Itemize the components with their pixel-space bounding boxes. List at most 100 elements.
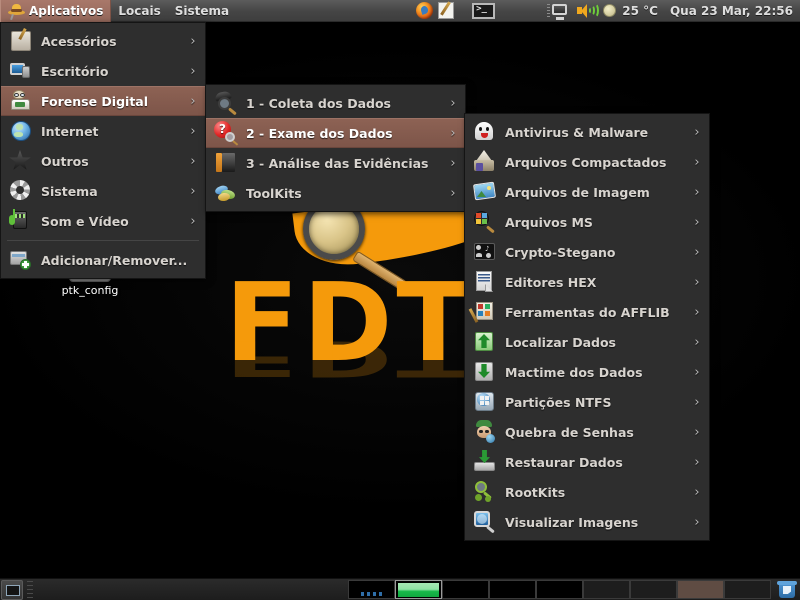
analysis-icon	[214, 151, 238, 175]
menu-item-arquivos-ms[interactable]: Arquivos MS ›	[465, 207, 709, 237]
chevron-right-icon: ›	[694, 454, 700, 470]
menu-item-analise-das-evidencias[interactable]: 3 - Análise das Evidências ›	[206, 148, 465, 178]
chevron-right-icon: ›	[694, 364, 700, 380]
menu-item-quebra-de-senhas[interactable]: Quebra de Senhas ›	[465, 417, 709, 447]
sound-video-icon	[9, 209, 33, 233]
menu-item-label: Restaurar Dados	[505, 454, 623, 470]
menu-aplicativos[interactable]: Acessórios › Escritório › Forense Digita…	[0, 22, 206, 279]
workspace-1[interactable]	[348, 580, 395, 599]
bottom-panel	[0, 578, 800, 600]
chevron-right-icon: ›	[190, 183, 196, 199]
menu-item-escritorio[interactable]: Escritório ›	[1, 56, 205, 86]
menu-exame-dos-dados[interactable]: Antivirus & Malware › Arquivos Compactad…	[464, 113, 710, 541]
menu-item-exame-dos-dados[interactable]: ? 2 - Exame dos Dados ›	[206, 118, 465, 148]
menu-item-label: Internet	[41, 123, 99, 139]
menu-item-forense-digital[interactable]: Forense Digital ›	[1, 86, 205, 116]
workspace-7[interactable]	[630, 580, 677, 599]
menu-item-visualizar-imagens[interactable]: Visualizar Imagens ›	[465, 507, 709, 537]
office-icon	[9, 59, 33, 83]
menu-item-label: 3 - Análise das Evidências	[246, 155, 429, 171]
menu-item-label: Acessórios	[41, 33, 117, 49]
chevron-right-icon: ›	[450, 125, 456, 141]
chevron-right-icon: ›	[694, 304, 700, 320]
menu-item-ferramentas-do-afflib[interactable]: Ferramentas do AFFLIB ›	[465, 297, 709, 327]
archive-icon	[473, 150, 497, 174]
collect-data-icon	[214, 90, 238, 116]
chevron-right-icon: ›	[694, 154, 700, 170]
workspace-9[interactable]	[724, 580, 771, 599]
gear-icon	[9, 179, 33, 203]
chevron-right-icon: ›	[450, 185, 456, 201]
show-desktop-icon[interactable]	[1, 579, 23, 600]
menu-item-label: Quebra de Senhas	[505, 424, 634, 440]
menu-item-label: Som e Vídeo	[41, 213, 129, 229]
menu-item-som-e-video[interactable]: Som e Vídeo ›	[1, 206, 205, 236]
menu-item-rootkits[interactable]: RootKits ›	[465, 477, 709, 507]
ms-files-icon	[473, 210, 497, 234]
chevron-right-icon: ›	[190, 33, 196, 49]
menu-item-mactime-dos-dados[interactable]: Mactime dos Dados ›	[465, 357, 709, 387]
exam-data-icon: ?	[214, 121, 239, 146]
crypto-stegano-icon: ♪	[473, 240, 497, 264]
menu-item-label: Outros	[41, 153, 89, 169]
menu-item-toolkits[interactable]: ToolKits ›	[206, 178, 465, 208]
find-data-icon	[473, 330, 497, 354]
menu-forense-digital[interactable]: 1 - Coleta dos Dados › ? 2 - Exame dos D…	[205, 84, 466, 212]
menu-item-crypto-stegano[interactable]: ♪ Crypto-Stegano ›	[465, 237, 709, 267]
menubar-item-sistema[interactable]: Sistema	[168, 0, 236, 22]
text-editor-icon[interactable]	[438, 2, 455, 19]
panel-grip[interactable]	[27, 580, 33, 599]
workspace-5[interactable]	[536, 580, 583, 599]
chevron-right-icon: ›	[190, 93, 196, 109]
workspace-4[interactable]	[489, 580, 536, 599]
menu-item-label: Arquivos Compactados	[505, 154, 667, 170]
menu-item-label: Forense Digital	[41, 93, 149, 109]
menu-item-particoes-ntfs[interactable]: Partições NTFS ›	[465, 387, 709, 417]
moon-icon[interactable]	[603, 4, 617, 17]
network-monitor-icon[interactable]	[547, 3, 571, 20]
menu-item-adicionar-remover[interactable]: Adicionar/Remover...	[1, 245, 205, 275]
window-task-list[interactable]	[37, 580, 348, 600]
menu-item-acessorios[interactable]: Acessórios ›	[1, 26, 205, 56]
terminal-icon[interactable]	[472, 2, 496, 19]
menu-item-label: Visualizar Imagens	[505, 514, 639, 530]
menu-item-label: Crypto-Stegano	[505, 244, 616, 260]
chevron-right-icon: ›	[450, 95, 456, 111]
menu-item-label: Adicionar/Remover...	[41, 252, 188, 268]
workspace-2[interactable]	[395, 580, 442, 599]
menu-item-editores-hex[interactable]: Editores HEX ›	[465, 267, 709, 297]
chevron-right-icon: ›	[694, 424, 700, 440]
ntfs-partitions-icon	[473, 390, 497, 414]
menu-item-coleta-dos-dados[interactable]: 1 - Coleta dos Dados ›	[206, 88, 465, 118]
menu-item-label: Antivirus & Malware	[505, 124, 649, 140]
menu-item-localizar-dados[interactable]: Localizar Dados ›	[465, 327, 709, 357]
volume-icon[interactable]	[577, 3, 600, 18]
menu-item-label: Partições NTFS	[505, 394, 612, 410]
workspace-3[interactable]	[442, 580, 489, 599]
menu-item-internet[interactable]: Internet ›	[1, 116, 205, 146]
chevron-right-icon: ›	[450, 155, 456, 171]
firefox-icon[interactable]	[416, 2, 434, 19]
chevron-right-icon: ›	[190, 153, 196, 169]
chevron-right-icon: ›	[694, 334, 700, 350]
menu-item-outros[interactable]: Outros ›	[1, 146, 205, 176]
trash-icon[interactable]	[777, 580, 797, 599]
chevron-right-icon: ›	[694, 514, 700, 530]
workspace-switcher[interactable]	[348, 580, 771, 600]
menu-item-label: Arquivos MS	[505, 214, 593, 230]
clock-label[interactable]: Qua 23 Mar, 22:56	[670, 4, 793, 18]
menu-item-arquivos-de-imagem[interactable]: Arquivos de Imagem ›	[465, 177, 709, 207]
view-images-icon	[473, 510, 497, 534]
menu-item-sistema[interactable]: Sistema ›	[1, 176, 205, 206]
temperature-label[interactable]: 25 °C	[622, 4, 658, 18]
menubar-item-locais[interactable]: Locais	[111, 0, 167, 22]
menu-item-arquivos-compactados[interactable]: Arquivos Compactados ›	[465, 147, 709, 177]
menubar-item-aplicativos[interactable]: Aplicativos	[0, 0, 112, 22]
afflib-tools-icon	[468, 300, 497, 324]
workspace-8[interactable]	[677, 580, 724, 599]
mactime-icon	[473, 360, 497, 384]
menu-item-label: Mactime dos Dados	[505, 364, 643, 380]
menu-item-restaurar-dados[interactable]: Restaurar Dados ›	[465, 447, 709, 477]
menu-item-antivirus-malware[interactable]: Antivirus & Malware ›	[465, 117, 709, 147]
workspace-6[interactable]	[583, 580, 630, 599]
